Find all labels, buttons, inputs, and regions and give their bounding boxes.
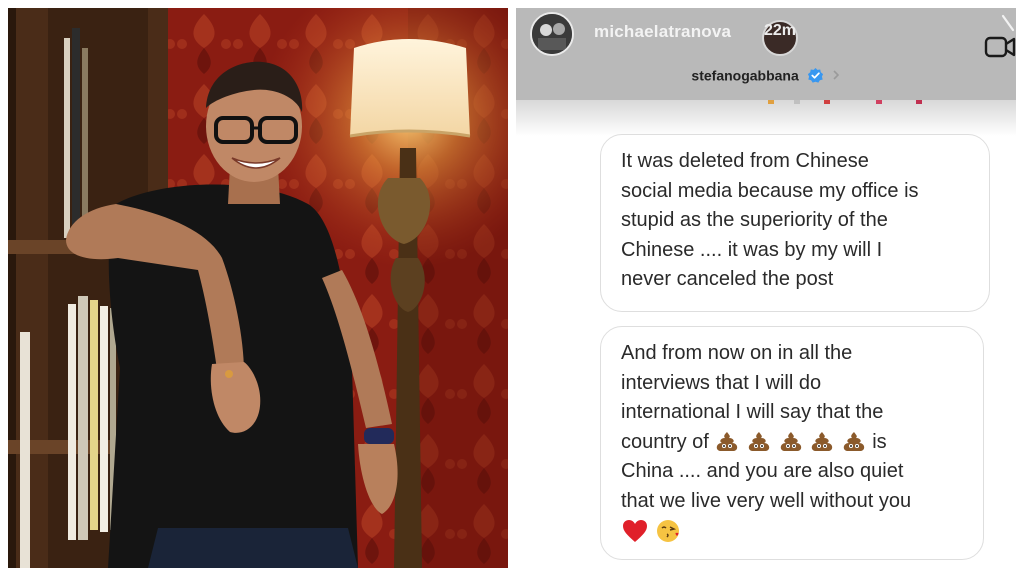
message-line: social media because my office is	[621, 179, 919, 202]
message-line: Chinese .... it was by my will I	[621, 238, 883, 261]
story-screenshot: michaelatranova 22m stefanogabbana It wa…	[516, 8, 1016, 568]
portrait-photo	[8, 8, 508, 568]
emoji-row	[714, 428, 866, 458]
message-line: stupid as the superiority of the	[621, 209, 888, 231]
pile-of-poo-icon	[717, 432, 738, 452]
message-line: It was deleted from Chinese	[621, 150, 869, 172]
story-timestamp: 22m	[764, 22, 797, 39]
recipient-username[interactable]: stefanogabbana	[691, 67, 798, 83]
cropped-emoji-strip	[768, 100, 922, 104]
message-bubble: It was deleted from Chinese social media…	[600, 134, 990, 312]
message-line: China .... and you are also quiet	[621, 460, 904, 483]
close-icon[interactable]	[1000, 14, 1016, 32]
message-line: interviews that I will do	[621, 371, 822, 394]
pile-of-poo-icon	[811, 432, 833, 452]
chat-recipient[interactable]: stefanogabbana	[516, 66, 1016, 84]
story-username[interactable]: michaelatranova	[594, 22, 731, 42]
red-heart-icon	[623, 519, 647, 542]
message-line: that we live very well without you	[621, 489, 912, 512]
message-line-with-emojis: country of is	[621, 428, 967, 458]
profile-photo-icon	[532, 14, 572, 54]
verified-badge-icon	[807, 67, 823, 83]
message-bubble: And from now on in all the interviews th…	[600, 326, 984, 560]
portrait-photo-image	[8, 8, 508, 568]
pile-of-poo-icon	[780, 432, 801, 452]
video-call-icon[interactable]	[984, 34, 1016, 60]
emoji-line	[621, 516, 967, 546]
message-line: And from now on in all the	[621, 342, 853, 364]
pile-of-poo-icon	[843, 432, 864, 452]
message-line: never canceled the post	[621, 268, 834, 290]
chevron-right-icon	[832, 70, 839, 80]
message-text: country of	[621, 430, 709, 453]
face-blowing-kiss-icon	[656, 519, 679, 542]
avatar[interactable]	[530, 12, 574, 56]
pile-of-poo-icon	[748, 432, 770, 452]
message-text: is	[872, 430, 887, 453]
message-line: international I will say that the	[621, 401, 884, 423]
